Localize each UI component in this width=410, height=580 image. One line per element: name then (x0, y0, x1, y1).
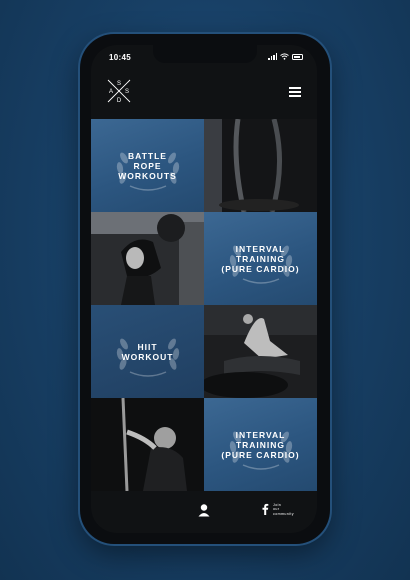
grid-row: INTERVAL TRAINING (PURE CARDIO) (91, 398, 317, 491)
wifi-icon (280, 53, 289, 60)
signal-icon (268, 53, 277, 60)
tile-interval-training[interactable]: INTERVAL TRAINING (PURE CARDIO) (204, 212, 317, 305)
grid-row: INTERVAL TRAINING (PURE CARDIO) (91, 212, 317, 305)
tile-battle-rope-workouts[interactable]: BATTLE ROPE WORKOUTS (91, 119, 204, 212)
user-icon[interactable] (197, 503, 211, 517)
status-time: 10:45 (109, 53, 131, 62)
photo-box-jump (204, 305, 317, 398)
grid-row: HIIT WORKOUT (91, 305, 317, 398)
app-footer: Join our community (91, 491, 317, 533)
facebook-icon (262, 504, 269, 516)
logo-letter-top: S (117, 81, 121, 87)
brand-logo[interactable]: S A S D (105, 77, 133, 105)
status-icons (268, 53, 303, 60)
battery-icon (292, 53, 303, 60)
tile-label: BATTLE ROPE WORKOUTS (118, 150, 177, 181)
logo-letter-bottom: D (117, 98, 122, 104)
photo-battle-ropes (204, 119, 317, 212)
tile-label: INTERVAL TRAINING (PURE CARDIO) (221, 243, 300, 274)
tile-hiit-workout[interactable]: HIIT WORKOUT (91, 305, 204, 398)
app-header: S A S D (91, 71, 317, 119)
join-community-text: Join our community (273, 503, 294, 516)
grid-row: BATTLE ROPE WORKOUTS (91, 119, 317, 212)
tile-interval-training-2[interactable]: INTERVAL TRAINING (PURE CARDIO) (204, 398, 317, 491)
workout-grid: BATTLE ROPE WORKOUTS INTERVAL TRAINING (… (91, 119, 317, 491)
app-screen: 10:45 S A S D BATTLE ROPE WORKOUTS INTER… (91, 45, 317, 533)
tile-label: INTERVAL TRAINING (PURE CARDIO) (221, 429, 300, 460)
phone-notch (153, 45, 257, 63)
logo-letter-left: A (109, 89, 113, 95)
photo-rope-climb (91, 398, 204, 491)
logo-letter-right: S (125, 89, 129, 95)
photo-medicine-ball (91, 212, 204, 305)
tile-label: HIIT WORKOUT (121, 341, 174, 362)
hamburger-menu-icon[interactable] (289, 87, 301, 97)
join-community-link[interactable]: Join our community (261, 503, 294, 516)
